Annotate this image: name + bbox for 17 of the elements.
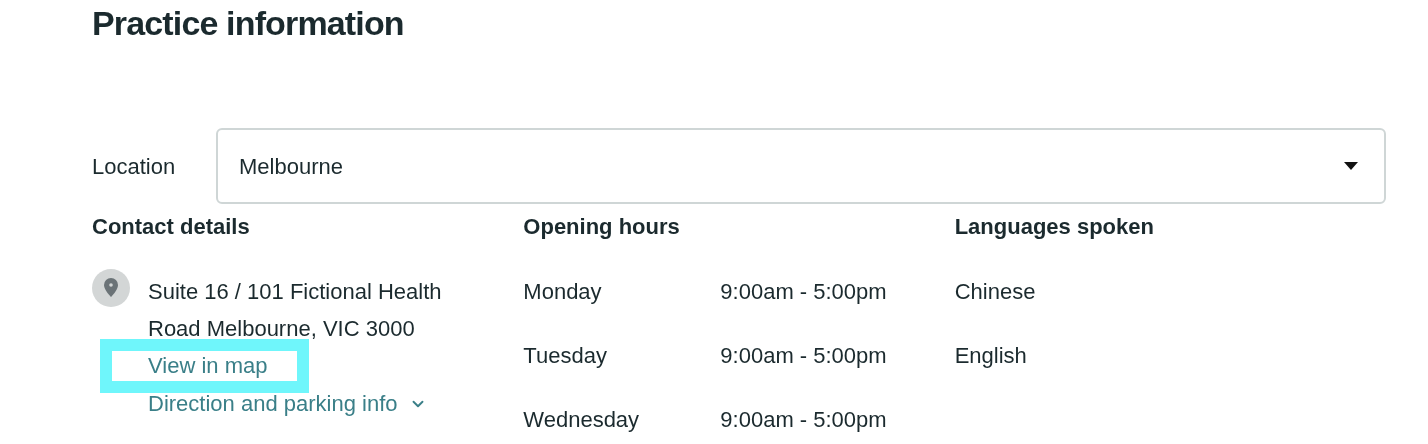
- opening-time: 9:00am - 5:00pm: [720, 406, 887, 434]
- location-pin-icon: [92, 269, 130, 307]
- location-select[interactable]: Melbourne: [216, 128, 1386, 204]
- page-title: Practice information: [92, 3, 405, 40]
- section-heading: Opening hours: [523, 213, 681, 241]
- dropdown-caret-icon: [1344, 162, 1358, 170]
- opening-time: 9:00am - 5:00pm: [720, 278, 887, 306]
- weekday: Wednesday: [523, 406, 641, 434]
- opening-time: 9:00am - 5:00pm: [720, 342, 887, 370]
- weekday: Monday: [523, 278, 603, 306]
- section-heading: Contact details: [92, 213, 251, 241]
- language: Chinese: [954, 278, 1037, 306]
- map-link[interactable]: View in map: [100, 339, 310, 393]
- weekday: Tuesday: [523, 342, 608, 370]
- location-label: Location: [92, 152, 177, 181]
- section-heading: Languages spoken: [954, 213, 1155, 241]
- language: English: [954, 342, 1028, 370]
